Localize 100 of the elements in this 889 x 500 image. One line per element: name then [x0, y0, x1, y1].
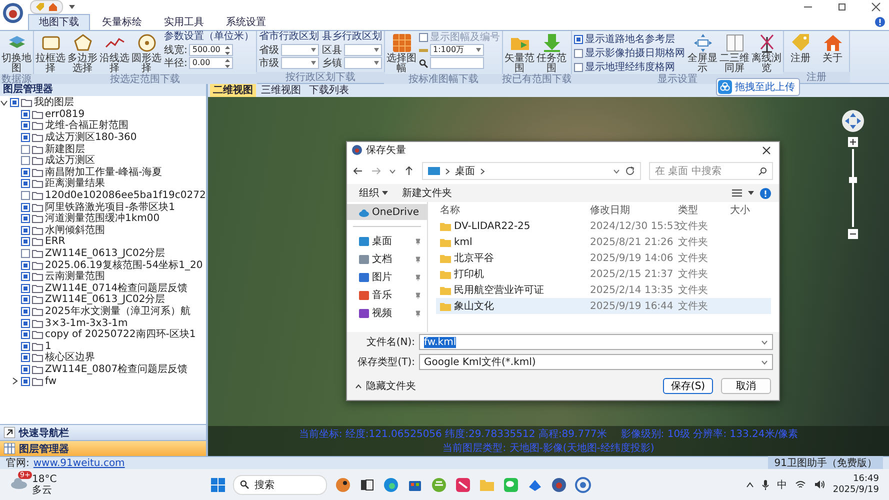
layer-name[interactable]: ZW114E_0714检查问题层反馈 [45, 282, 188, 294]
layer-name[interactable]: 成达万测区 [45, 155, 95, 166]
dropdown-caret-icon[interactable] [69, 4, 75, 10]
search-field[interactable]: 在 桌面 中搜索 [649, 162, 773, 180]
checkbox[interactable] [21, 110, 30, 119]
view-list-icon[interactable] [732, 189, 742, 197]
dropdown-field[interactable] [344, 44, 382, 56]
checkbox[interactable] [574, 62, 583, 72]
layer-name[interactable]: err0819 [45, 108, 85, 120]
layer-name[interactable]: ERR [45, 236, 66, 248]
checkbox[interactable] [21, 237, 30, 246]
file-row[interactable]: kml 2025/8/21 21:26 文件夹 [436, 234, 771, 250]
up-arrow-icon[interactable] [404, 166, 414, 176]
save-button[interactable]: 保存(S) [663, 378, 713, 394]
restore-icon[interactable] [837, 2, 847, 12]
column-header[interactable]: 大小 [730, 203, 771, 217]
checkbox[interactable] [21, 260, 30, 270]
file-row[interactable]: 打印机 2025/2/15 21:37 文件夹 [436, 266, 771, 282]
ribbon-button[interactable]: 任务范围 [536, 31, 567, 74]
file-row[interactable]: 民用航空营业许可证 2025/2/14 13:35 文件夹 [436, 282, 771, 298]
file-type-dropdown[interactable]: Google Kml文件(*.kml) [419, 354, 773, 370]
ribbon-button[interactable]: 多边形选择 [67, 31, 98, 74]
organize-menu-button[interactable]: 组织 [355, 186, 392, 200]
checkbox[interactable] [419, 32, 428, 42]
ribbon-button[interactable]: 沿线选择 [99, 31, 130, 74]
checkbox[interactable] [21, 342, 30, 351]
layer-name[interactable]: 新建图层 [45, 144, 85, 155]
ribbon-button[interactable]: 关于 [817, 31, 848, 64]
checkbox[interactable] [21, 249, 30, 258]
layer-name[interactable]: 南昌附加工作量-峰福-海夏 [45, 166, 162, 178]
layer-name[interactable]: 2025.06.19复核范围-54坐标1_20 [45, 260, 203, 271]
navigation-item[interactable]: 桌面 [347, 233, 427, 249]
help-icon[interactable] [760, 188, 771, 198]
wifi-icon[interactable] [794, 480, 806, 489]
start-icon[interactable] [211, 478, 226, 492]
pan-control-icon[interactable] [841, 109, 865, 133]
ribbon-button[interactable]: 拉框选择 [35, 31, 66, 74]
navigation-item[interactable]: OneDrive [347, 204, 427, 220]
dropdown-field[interactable] [281, 44, 319, 56]
column-header[interactable]: 修改日期 [590, 203, 678, 217]
layer-name[interactable]: 我的图层 [34, 97, 74, 108]
checkbox[interactable] [21, 121, 30, 130]
help-icon[interactable] [875, 17, 885, 27]
ribbon-tab[interactable]: 实用工具 [154, 15, 214, 30]
microphone-icon[interactable] [762, 480, 769, 490]
new-folder-button[interactable]: 新建文件夹 [398, 186, 456, 200]
ribbon-button[interactable]: 选择图幅 [386, 31, 417, 74]
ribbon-button[interactable]: 矢量范围 [504, 31, 535, 74]
ribbon-button[interactable]: 圆形选择 [131, 31, 162, 74]
checkbox[interactable] [21, 214, 30, 224]
close-icon[interactable] [762, 146, 771, 154]
checkbox[interactable] [21, 179, 30, 188]
checkbox[interactable] [21, 318, 30, 328]
expand-caret-icon[interactable] [11, 377, 19, 386]
checkbox[interactable] [574, 48, 583, 58]
house-icon[interactable] [48, 2, 58, 12]
clock[interactable]: 16:49 2025/9/19 [832, 474, 879, 496]
hide-folders-toggle[interactable]: 隐藏文件夹 [355, 379, 416, 393]
ribbon-tab[interactable]: 矢量标绘 [92, 15, 152, 30]
layer-name[interactable]: copy of 20250722南四环-区块1 [45, 329, 196, 340]
checkbox[interactable] [21, 133, 30, 142]
view-tab[interactable]: 三维视图 [258, 84, 304, 97]
layer-name[interactable]: 阿里铁路激光项目-条带区块1 [45, 202, 175, 213]
navigation-item[interactable]: 音乐 [347, 287, 427, 303]
spin-field[interactable]: 0.00 [189, 57, 234, 69]
scale-dropdown[interactable]: 1:100万 [430, 44, 484, 56]
taskbar-search-field[interactable]: 搜索 [233, 474, 328, 494]
checkbox[interactable] [21, 353, 30, 362]
ribbon-button[interactable]: 全屏显示 [687, 31, 718, 74]
navigation-item[interactable]: 文档 [347, 251, 427, 267]
dropdown-caret-icon[interactable] [748, 191, 754, 195]
panel-switch-button[interactable]: 快速导航栏 [0, 424, 206, 440]
layer-name[interactable]: 距离测量结果 [45, 178, 105, 190]
dropdown-caret-icon[interactable] [389, 168, 396, 174]
layer-name[interactable]: ZW114E_0807检查问题层反馈 [45, 364, 188, 375]
ribbon-button[interactable]: 注册 [785, 31, 816, 64]
file-name-field[interactable]: fw.kml [419, 334, 773, 350]
file-row[interactable]: 象山文化 2025/9/19 16:44 文件夹 [436, 298, 771, 314]
chevron-up-icon[interactable] [746, 482, 754, 488]
collapse-caret-icon[interactable] [0, 98, 8, 107]
zoom-slider-icon[interactable] [847, 137, 859, 241]
navigation-item[interactable]: 图片 [347, 269, 427, 285]
address-bar[interactable]: 桌面 [422, 162, 641, 180]
upload-toast[interactable]: 拖拽至此上传 [716, 78, 800, 96]
checkbox[interactable] [21, 191, 30, 200]
bird-mascot-icon[interactable] [335, 476, 352, 492]
checkbox[interactable] [21, 272, 30, 282]
layer-name[interactable]: 2025年水文测量（漳卫河系）航 [45, 306, 190, 317]
layer-name[interactable]: 核心区边界 [45, 352, 95, 364]
cancel-button[interactable]: 取消 [721, 378, 771, 394]
layer-name[interactable]: 水闸倾斜范围 [45, 224, 105, 236]
checkbox[interactable] [574, 34, 583, 44]
app-tile-icon[interactable] [455, 476, 472, 492]
checkbox[interactable] [21, 306, 30, 316]
browser-icon[interactable] [383, 476, 400, 492]
search-field[interactable] [430, 57, 484, 69]
app-logo-icon[interactable] [551, 476, 568, 492]
speaker-icon[interactable] [814, 480, 825, 489]
ribbon-button[interactable]: 离线浏览 [751, 31, 782, 74]
layer-name[interactable]: ZW114E_0613_JC02分层 [45, 248, 166, 260]
